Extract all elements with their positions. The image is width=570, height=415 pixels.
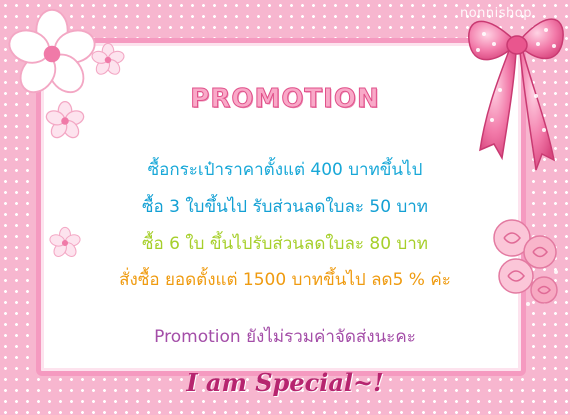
- promo-line-3: ซื้อ 6 ใบ ขึ้นไปรับส่วนลดใบละ 80 บาท: [142, 234, 428, 254]
- promo-line-4: สั่งซื้อ ยอดตั้งแต่ 1500 บาทขึ้นไป ลด5 %…: [119, 270, 451, 290]
- promo-line-1: ซื้อกระเป๋าราคาตั้งแต่ 400 บาทขึ้นไป: [147, 160, 423, 180]
- rose-bouquet-icon: [493, 219, 558, 306]
- promotion-title: PROMOTION: [190, 84, 380, 115]
- shipping-note: Promotion ยังไม่รวมค่าจัดส่งนะคะ: [154, 327, 416, 347]
- promo-card: nonnishop PROMOTION ซื้อกระเป๋าราคาตั้งแ…: [0, 0, 570, 415]
- cherry-blossom-icon: [91, 42, 125, 75]
- promo-line-2: ซื้อ 3 ใบขึ้นไป รับส่วนลดใบละ 50 บาท: [142, 197, 428, 217]
- tagline: I am Special~!: [186, 368, 384, 397]
